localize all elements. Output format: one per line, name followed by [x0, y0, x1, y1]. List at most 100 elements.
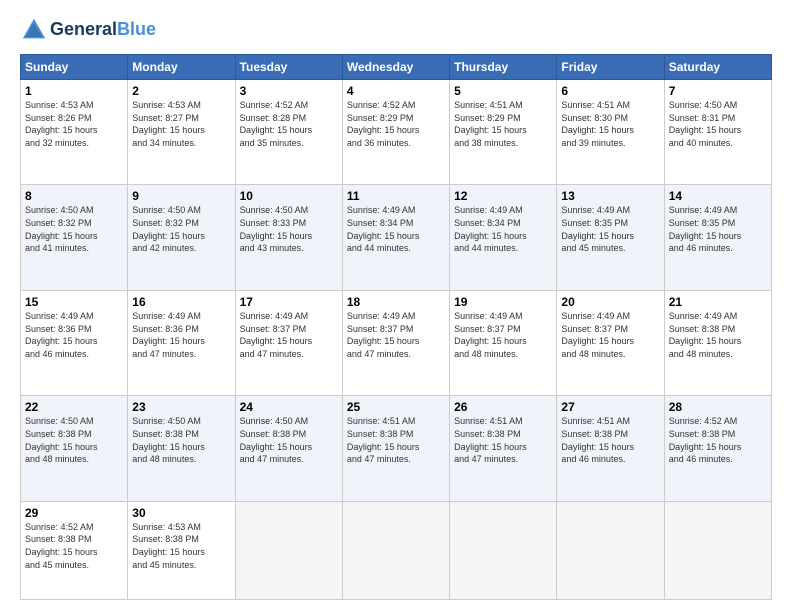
day-number: 22 — [25, 400, 123, 414]
day-number: 15 — [25, 295, 123, 309]
calendar-cell: 13 Sunrise: 4:49 AM Sunset: 8:35 PM Dayl… — [557, 185, 664, 290]
day-info: Sunrise: 4:51 AM Sunset: 8:38 PM Dayligh… — [561, 415, 659, 465]
calendar-header-cell: Monday — [128, 55, 235, 80]
day-number: 11 — [347, 189, 445, 203]
calendar-cell — [664, 501, 771, 599]
calendar-cell: 20 Sunrise: 4:49 AM Sunset: 8:37 PM Dayl… — [557, 290, 664, 395]
calendar-cell: 22 Sunrise: 4:50 AM Sunset: 8:38 PM Dayl… — [21, 396, 128, 501]
calendar-cell: 4 Sunrise: 4:52 AM Sunset: 8:29 PM Dayli… — [342, 80, 449, 185]
day-number: 27 — [561, 400, 659, 414]
day-number: 26 — [454, 400, 552, 414]
day-info: Sunrise: 4:52 AM Sunset: 8:28 PM Dayligh… — [240, 99, 338, 149]
calendar-cell: 12 Sunrise: 4:49 AM Sunset: 8:34 PM Dayl… — [450, 185, 557, 290]
day-info: Sunrise: 4:50 AM Sunset: 8:32 PM Dayligh… — [132, 204, 230, 254]
day-info: Sunrise: 4:51 AM Sunset: 8:38 PM Dayligh… — [454, 415, 552, 465]
calendar-cell: 18 Sunrise: 4:49 AM Sunset: 8:37 PM Dayl… — [342, 290, 449, 395]
calendar-cell: 23 Sunrise: 4:50 AM Sunset: 8:38 PM Dayl… — [128, 396, 235, 501]
calendar-cell: 1 Sunrise: 4:53 AM Sunset: 8:26 PM Dayli… — [21, 80, 128, 185]
calendar-cell: 28 Sunrise: 4:52 AM Sunset: 8:38 PM Dayl… — [664, 396, 771, 501]
day-number: 25 — [347, 400, 445, 414]
day-number: 23 — [132, 400, 230, 414]
calendar-cell: 17 Sunrise: 4:49 AM Sunset: 8:37 PM Dayl… — [235, 290, 342, 395]
calendar-cell: 6 Sunrise: 4:51 AM Sunset: 8:30 PM Dayli… — [557, 80, 664, 185]
day-number: 5 — [454, 84, 552, 98]
day-number: 13 — [561, 189, 659, 203]
day-info: Sunrise: 4:49 AM Sunset: 8:34 PM Dayligh… — [454, 204, 552, 254]
calendar-header-cell: Friday — [557, 55, 664, 80]
calendar-cell — [450, 501, 557, 599]
day-number: 1 — [25, 84, 123, 98]
day-info: Sunrise: 4:53 AM Sunset: 8:38 PM Dayligh… — [132, 521, 230, 571]
day-info: Sunrise: 4:49 AM Sunset: 8:37 PM Dayligh… — [454, 310, 552, 360]
calendar-header-cell: Sunday — [21, 55, 128, 80]
day-info: Sunrise: 4:49 AM Sunset: 8:36 PM Dayligh… — [132, 310, 230, 360]
day-info: Sunrise: 4:53 AM Sunset: 8:26 PM Dayligh… — [25, 99, 123, 149]
calendar-week-row: 29 Sunrise: 4:52 AM Sunset: 8:38 PM Dayl… — [21, 501, 772, 599]
day-info: Sunrise: 4:52 AM Sunset: 8:38 PM Dayligh… — [669, 415, 767, 465]
day-info: Sunrise: 4:49 AM Sunset: 8:37 PM Dayligh… — [561, 310, 659, 360]
calendar-cell: 26 Sunrise: 4:51 AM Sunset: 8:38 PM Dayl… — [450, 396, 557, 501]
calendar-week-row: 22 Sunrise: 4:50 AM Sunset: 8:38 PM Dayl… — [21, 396, 772, 501]
day-info: Sunrise: 4:51 AM Sunset: 8:30 PM Dayligh… — [561, 99, 659, 149]
calendar-cell: 10 Sunrise: 4:50 AM Sunset: 8:33 PM Dayl… — [235, 185, 342, 290]
day-number: 16 — [132, 295, 230, 309]
calendar-cell: 24 Sunrise: 4:50 AM Sunset: 8:38 PM Dayl… — [235, 396, 342, 501]
day-number: 7 — [669, 84, 767, 98]
day-number: 28 — [669, 400, 767, 414]
day-number: 21 — [669, 295, 767, 309]
calendar-header-cell: Thursday — [450, 55, 557, 80]
day-info: Sunrise: 4:50 AM Sunset: 8:38 PM Dayligh… — [25, 415, 123, 465]
calendar-header-cell: Tuesday — [235, 55, 342, 80]
day-info: Sunrise: 4:49 AM Sunset: 8:35 PM Dayligh… — [669, 204, 767, 254]
calendar-week-row: 1 Sunrise: 4:53 AM Sunset: 8:26 PM Dayli… — [21, 80, 772, 185]
day-number: 20 — [561, 295, 659, 309]
day-info: Sunrise: 4:50 AM Sunset: 8:33 PM Dayligh… — [240, 204, 338, 254]
day-info: Sunrise: 4:50 AM Sunset: 8:38 PM Dayligh… — [132, 415, 230, 465]
logo-text: GeneralBlue — [50, 20, 156, 40]
calendar-body: 1 Sunrise: 4:53 AM Sunset: 8:26 PM Dayli… — [21, 80, 772, 600]
calendar-cell: 9 Sunrise: 4:50 AM Sunset: 8:32 PM Dayli… — [128, 185, 235, 290]
calendar-header-cell: Saturday — [664, 55, 771, 80]
calendar-cell: 30 Sunrise: 4:53 AM Sunset: 8:38 PM Dayl… — [128, 501, 235, 599]
logo-icon — [20, 16, 48, 44]
logo: GeneralBlue — [20, 16, 156, 44]
day-number: 3 — [240, 84, 338, 98]
calendar-cell: 8 Sunrise: 4:50 AM Sunset: 8:32 PM Dayli… — [21, 185, 128, 290]
calendar-cell — [557, 501, 664, 599]
day-info: Sunrise: 4:49 AM Sunset: 8:37 PM Dayligh… — [347, 310, 445, 360]
header: GeneralBlue — [20, 16, 772, 44]
calendar-cell — [342, 501, 449, 599]
day-info: Sunrise: 4:49 AM Sunset: 8:34 PM Dayligh… — [347, 204, 445, 254]
calendar-cell: 21 Sunrise: 4:49 AM Sunset: 8:38 PM Dayl… — [664, 290, 771, 395]
day-info: Sunrise: 4:51 AM Sunset: 8:29 PM Dayligh… — [454, 99, 552, 149]
day-number: 14 — [669, 189, 767, 203]
calendar-cell: 7 Sunrise: 4:50 AM Sunset: 8:31 PM Dayli… — [664, 80, 771, 185]
calendar-week-row: 15 Sunrise: 4:49 AM Sunset: 8:36 PM Dayl… — [21, 290, 772, 395]
calendar-table: SundayMondayTuesdayWednesdayThursdayFrid… — [20, 54, 772, 600]
day-number: 4 — [347, 84, 445, 98]
calendar-cell: 29 Sunrise: 4:52 AM Sunset: 8:38 PM Dayl… — [21, 501, 128, 599]
day-info: Sunrise: 4:50 AM Sunset: 8:31 PM Dayligh… — [669, 99, 767, 149]
calendar-cell: 27 Sunrise: 4:51 AM Sunset: 8:38 PM Dayl… — [557, 396, 664, 501]
calendar-cell: 19 Sunrise: 4:49 AM Sunset: 8:37 PM Dayl… — [450, 290, 557, 395]
calendar-cell: 16 Sunrise: 4:49 AM Sunset: 8:36 PM Dayl… — [128, 290, 235, 395]
day-number: 29 — [25, 506, 123, 520]
day-number: 9 — [132, 189, 230, 203]
day-info: Sunrise: 4:49 AM Sunset: 8:36 PM Dayligh… — [25, 310, 123, 360]
calendar-week-row: 8 Sunrise: 4:50 AM Sunset: 8:32 PM Dayli… — [21, 185, 772, 290]
calendar-cell: 5 Sunrise: 4:51 AM Sunset: 8:29 PM Dayli… — [450, 80, 557, 185]
day-number: 6 — [561, 84, 659, 98]
day-info: Sunrise: 4:53 AM Sunset: 8:27 PM Dayligh… — [132, 99, 230, 149]
day-number: 30 — [132, 506, 230, 520]
calendar-cell: 25 Sunrise: 4:51 AM Sunset: 8:38 PM Dayl… — [342, 396, 449, 501]
calendar-header-cell: Wednesday — [342, 55, 449, 80]
calendar-cell: 2 Sunrise: 4:53 AM Sunset: 8:27 PM Dayli… — [128, 80, 235, 185]
day-number: 19 — [454, 295, 552, 309]
calendar-cell: 14 Sunrise: 4:49 AM Sunset: 8:35 PM Dayl… — [664, 185, 771, 290]
page: GeneralBlue SundayMondayTuesdayWednesday… — [0, 0, 792, 612]
day-info: Sunrise: 4:49 AM Sunset: 8:35 PM Dayligh… — [561, 204, 659, 254]
day-info: Sunrise: 4:49 AM Sunset: 8:38 PM Dayligh… — [669, 310, 767, 360]
day-number: 12 — [454, 189, 552, 203]
day-info: Sunrise: 4:50 AM Sunset: 8:38 PM Dayligh… — [240, 415, 338, 465]
day-info: Sunrise: 4:51 AM Sunset: 8:38 PM Dayligh… — [347, 415, 445, 465]
